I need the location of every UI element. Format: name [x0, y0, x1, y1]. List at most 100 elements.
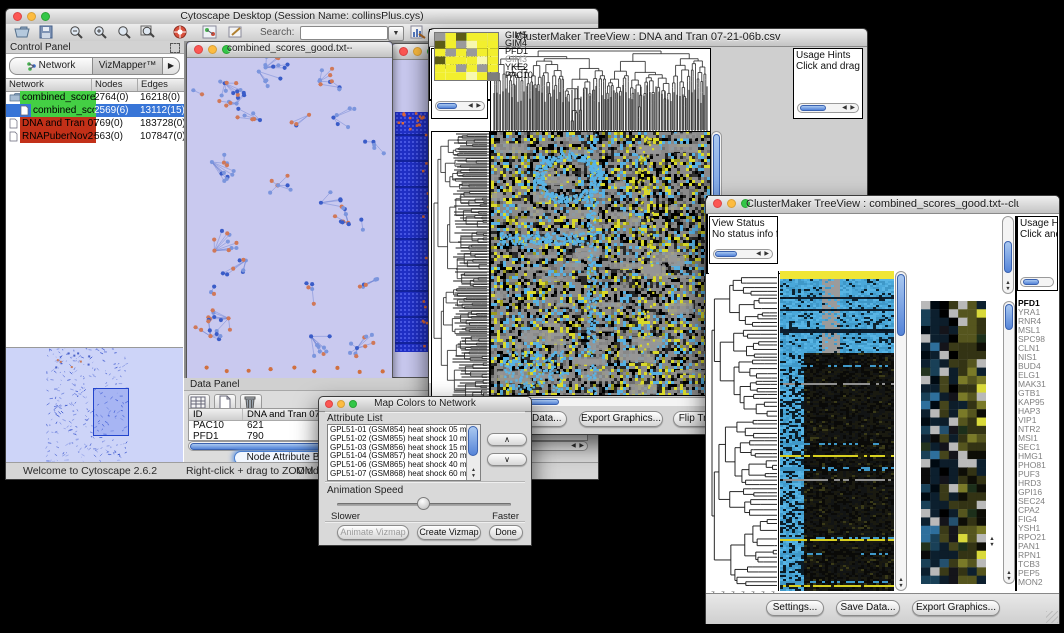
scroll-arrows[interactable]: ◀ ▶ — [842, 104, 856, 113]
scroll-thumb[interactable] — [800, 105, 826, 111]
overview-viewport-rect[interactable] — [93, 388, 129, 436]
tab-network[interactable]: Network — [9, 57, 93, 75]
main-titlebar[interactable]: Cytoscape Desktop (Session Name: collins… — [6, 9, 598, 25]
zoom-heatmap-canvas[interactable] — [921, 301, 986, 584]
usage-hints-text: Click and drag to — [796, 61, 863, 72]
scroll-arrows[interactable]: ▲▼ — [896, 577, 906, 589]
status-welcome: Welcome to Cytoscape 2.6.2 — [23, 465, 157, 477]
view-status-scrollbar[interactable]: ◀ ▶ — [435, 101, 485, 111]
scroll-arrows[interactable]: ▲▼ — [467, 467, 480, 479]
treeview2-titlebar[interactable]: ClusterMaker TreeView : combined_scores_… — [706, 196, 1059, 214]
usage-hints-scrollbar[interactable]: ◀ ▶ — [797, 103, 859, 113]
network-row[interactable]: combined_sco2569(6)13112(15) — [6, 104, 184, 117]
cell-value: 621 — [243, 420, 264, 431]
zoom-out-icon[interactable] — [68, 25, 84, 39]
row-dendrogram-canvas[interactable] — [431, 131, 490, 406]
button-export-graphics-[interactable]: Export Graphics... — [579, 411, 663, 427]
heatmap-vscrollbar[interactable]: ▲▼ — [895, 271, 907, 591]
move-up-button[interactable]: ∧ — [487, 433, 527, 446]
close-button[interactable] — [399, 47, 408, 56]
search-dropdown-icon[interactable]: ▼ — [388, 26, 404, 41]
document-icon — [9, 118, 18, 129]
network-nodes: 2569(6) — [94, 104, 128, 117]
scroll-arrows[interactable]: ▲▼ — [1004, 570, 1014, 582]
zoom-button[interactable] — [349, 400, 357, 408]
save-icon[interactable] — [38, 25, 54, 39]
scroll-arrows[interactable]: ◀ ▶ — [468, 102, 482, 111]
scroll-thumb[interactable] — [1005, 304, 1013, 330]
close-button[interactable] — [325, 400, 333, 408]
scroll-thumb[interactable] — [897, 274, 905, 336]
column-network[interactable]: Network — [6, 79, 92, 91]
zoom-in-icon[interactable] — [92, 25, 108, 39]
network-view-1-canvas[interactable] — [188, 58, 391, 378]
annotation-icon[interactable] — [228, 25, 244, 39]
close-button[interactable] — [713, 199, 722, 208]
zoom-selected-icon[interactable] — [116, 25, 132, 39]
minimize-button[interactable] — [27, 12, 36, 21]
scroll-thumb[interactable] — [1023, 279, 1039, 285]
minimize-button[interactable] — [727, 199, 736, 208]
network-edges: 13112(15) — [140, 104, 185, 117]
network-row[interactable]: RNAPuberNov2+563(0)107847(0) — [6, 130, 184, 143]
button-export-graphics-[interactable]: Export Graphics... — [912, 600, 1000, 616]
attribute-item[interactable]: GPL51-07 (GSM868) heat shock 60 min — [330, 470, 466, 479]
minimize-button[interactable] — [208, 45, 217, 54]
scroll-thumb[interactable] — [437, 103, 457, 109]
control-panel: Control Panel NetworkVizMapper™▶ Network… — [6, 41, 185, 463]
window-controls — [13, 12, 50, 21]
open-file-icon[interactable] — [14, 25, 30, 39]
move-down-button[interactable]: ∨ — [487, 453, 527, 466]
attribute-list-scrollbar[interactable]: ▲▼ — [466, 425, 480, 480]
scroll-arrows[interactable]: ◀ ▶ — [571, 442, 585, 451]
zoom-vscrollbar[interactable]: ▲▼ — [1003, 301, 1015, 584]
close-button[interactable] — [13, 12, 22, 21]
network-view-2-canvas[interactable] — [395, 112, 429, 352]
scroll-arrows[interactable]: ◀ ▶ — [756, 250, 770, 259]
animate-vizmap-button[interactable]: Animate Vizmap — [337, 525, 409, 540]
help-lifebuoy-icon[interactable] — [172, 25, 188, 39]
button-save-data-[interactable]: Save Data... — [836, 600, 900, 616]
zoom-fit-icon[interactable] — [140, 25, 156, 39]
column-nodes[interactable]: Nodes — [92, 79, 138, 91]
row-label[interactable]: PAC10 — [505, 71, 533, 79]
search-input[interactable] — [300, 26, 388, 40]
done-button[interactable]: Done — [489, 525, 523, 540]
minimize-button[interactable] — [413, 47, 422, 56]
create-vizmap-button[interactable]: Create Vizmap — [417, 525, 481, 540]
view-status-scrollbar[interactable]: ◀ ▶ — [713, 249, 773, 259]
scroll-thumb[interactable] — [1004, 241, 1012, 273]
float-panel-icon[interactable] — [170, 43, 180, 53]
tab-overflow-arrow[interactable]: ▶ — [163, 57, 180, 75]
button-settings-[interactable]: Settings... — [766, 600, 824, 616]
chart-tool-icon[interactable] — [410, 25, 426, 39]
column-labels-scrollbar[interactable]: ▲▼ — [1002, 216, 1014, 294]
document-icon — [9, 131, 18, 142]
usage-hints-scrollbar[interactable] — [1020, 277, 1054, 287]
scroll-arrows[interactable]: ▲▼ — [1003, 280, 1013, 292]
network-overview[interactable] — [6, 347, 183, 463]
column-edges[interactable]: Edges — [138, 79, 184, 91]
minimize-button[interactable] — [337, 400, 345, 408]
network-row[interactable]: combined_scores_2764(0)16218(0) — [6, 91, 184, 104]
column-id[interactable]: ID — [189, 409, 243, 420]
network-row[interactable]: DNA and Tran 07769(0)183728(0) — [6, 117, 184, 130]
scroll-thumb[interactable] — [715, 251, 737, 257]
zoom-view-arrows[interactable]: ▲▼ — [987, 536, 997, 548]
resize-grip[interactable] — [1046, 611, 1058, 623]
network-window-1-titlebar[interactable]: combined_scores_good.txt--cluste... — [187, 42, 392, 58]
usage-hints-title: Usage Hints — [1020, 218, 1058, 229]
gene-label[interactable]: MON2 — [1018, 578, 1058, 587]
network-modify-icon[interactable] — [202, 25, 218, 39]
zoom-heatmap-canvas[interactable] — [434, 32, 499, 81]
tab-vizmapper[interactable]: VizMapper™ — [93, 57, 163, 75]
dialog-titlebar[interactable]: Map Colors to Network — [319, 397, 531, 412]
animation-speed-slider-thumb[interactable] — [417, 497, 430, 510]
global-heatmap-canvas[interactable] — [490, 131, 711, 396]
scroll-thumb[interactable] — [468, 426, 478, 456]
global-heatmap-canvas[interactable] — [780, 271, 894, 591]
network-window-1[interactable]: combined_scores_good.txt--cluste... — [186, 41, 393, 380]
close-button[interactable] — [194, 45, 203, 54]
row-dendrogram-canvas[interactable] — [709, 271, 779, 591]
usage-hints-panel: Usage Hints Click and drag to ◀ ▶ — [793, 48, 863, 119]
